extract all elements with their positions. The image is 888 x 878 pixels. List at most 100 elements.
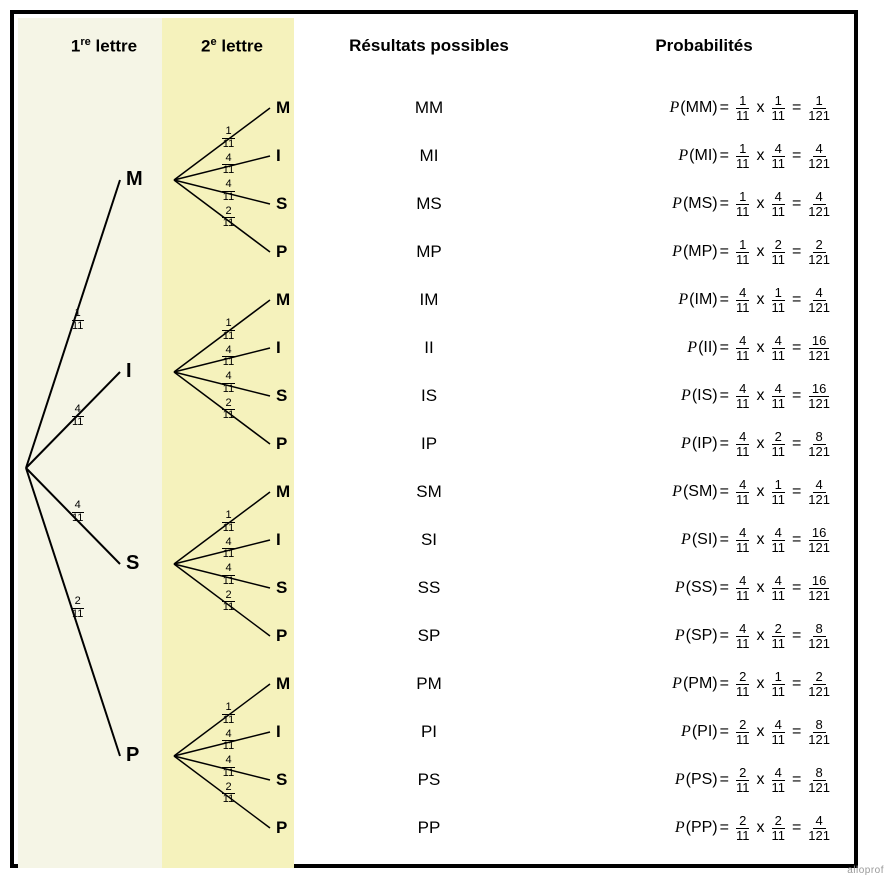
result-MS: MS	[384, 194, 474, 214]
probability-SM: P(SM) = 411 x 111 = 4121	[672, 478, 836, 506]
outcome-row-SM: SM P(SM) = 411 x 111 = 4121	[14, 468, 854, 516]
fraction: 111	[733, 238, 753, 266]
fraction: 111	[768, 478, 788, 506]
result-SM: SM	[384, 482, 474, 502]
outcome-row-PM: PM P(PM) = 211 x 111 = 2121	[14, 660, 854, 708]
fraction: 16121	[805, 382, 833, 410]
fraction: 411	[733, 478, 753, 506]
fraction: 411	[733, 430, 753, 458]
fraction: 211	[733, 718, 753, 746]
probability-PS: P(PS) = 211 x 411 = 8121	[675, 766, 836, 794]
probability-II: P(II) = 411 x 411 = 16121	[687, 334, 836, 362]
probability-MI: P(MI) = 111 x 411 = 4121	[678, 142, 836, 170]
result-PP: PP	[384, 818, 474, 838]
fraction: 411	[768, 190, 788, 218]
fraction: 211	[768, 238, 788, 266]
outcome-row-II: II P(II) = 411 x 411 = 16121	[14, 324, 854, 372]
outcome-row-MI: MI P(MI) = 111 x 411 = 4121	[14, 132, 854, 180]
probability-MS: P(MS) = 111 x 411 = 4121	[672, 190, 836, 218]
fraction: 16121	[805, 574, 833, 602]
outcome-row-IS: IS P(IS) = 411 x 411 = 16121	[14, 372, 854, 420]
probability-IM: P(IM) = 411 x 111 = 4121	[678, 286, 836, 314]
fraction: 111	[733, 142, 753, 170]
probability-PI: P(PI) = 211 x 411 = 8121	[681, 718, 836, 746]
fraction: 111	[768, 670, 788, 698]
fraction: 411	[768, 142, 788, 170]
fraction: 1121	[805, 94, 833, 122]
outcome-row-MS: MS P(MS) = 111 x 411 = 4121	[14, 180, 854, 228]
fraction: 411	[733, 286, 753, 314]
fraction: 4121	[805, 814, 833, 842]
outcome-row-SS: SS P(SS) = 411 x 411 = 16121	[14, 564, 854, 612]
probability-MM: P(MM) = 111 x 111 = 1121	[670, 94, 836, 122]
outcome-row-IP: IP P(IP) = 411 x 211 = 8121	[14, 420, 854, 468]
fraction: 411	[768, 718, 788, 746]
result-MI: MI	[384, 146, 474, 166]
result-PI: PI	[384, 722, 474, 742]
probability-IP: P(IP) = 411 x 211 = 8121	[681, 430, 836, 458]
fraction: 211	[733, 766, 753, 794]
fraction: 8121	[805, 766, 833, 794]
outcome-row-PI: PI P(PI) = 211 x 411 = 8121	[14, 708, 854, 756]
result-SS: SS	[384, 578, 474, 598]
fraction: 211	[768, 430, 788, 458]
credit-text: alloprof	[847, 865, 884, 876]
result-PS: PS	[384, 770, 474, 790]
result-SI: SI	[384, 530, 474, 550]
outcome-row-SI: SI P(SI) = 411 x 411 = 16121	[14, 516, 854, 564]
fraction: 211	[733, 670, 753, 698]
fraction: 111	[768, 286, 788, 314]
outcome-row-SP: SP P(SP) = 411 x 211 = 8121	[14, 612, 854, 660]
fraction: 211	[768, 814, 788, 842]
result-II: II	[384, 338, 474, 358]
fraction: 411	[768, 766, 788, 794]
fraction: 8121	[805, 718, 833, 746]
fraction: 111	[733, 94, 753, 122]
probability-IS: P(IS) = 411 x 411 = 16121	[681, 382, 836, 410]
fraction: 8121	[805, 622, 833, 650]
result-MM: MM	[384, 98, 474, 118]
fraction: 411	[768, 334, 788, 362]
fraction: 411	[733, 622, 753, 650]
fraction: 411	[733, 526, 753, 554]
result-SP: SP	[384, 626, 474, 646]
outcome-row-MP: MP P(MP) = 111 x 211 = 2121	[14, 228, 854, 276]
fraction: 16121	[805, 526, 833, 554]
result-IP: IP	[384, 434, 474, 454]
fraction: 4121	[805, 142, 833, 170]
probability-PP: P(PP) = 211 x 211 = 4121	[675, 814, 836, 842]
diagram-frame: 1re lettre 2e lettre Résultats possibles…	[0, 0, 888, 878]
fraction: 411	[733, 574, 753, 602]
probability-MP: P(MP) = 111 x 211 = 2121	[672, 238, 836, 266]
fraction: 4121	[805, 478, 833, 506]
outcome-row-IM: IM P(IM) = 411 x 111 = 4121	[14, 276, 854, 324]
result-PM: PM	[384, 674, 474, 694]
fraction: 2121	[805, 670, 833, 698]
fraction: 411	[733, 382, 753, 410]
result-MP: MP	[384, 242, 474, 262]
probability-SP: P(SP) = 411 x 211 = 8121	[675, 622, 836, 650]
fraction: 16121	[805, 334, 833, 362]
fraction: 111	[733, 190, 753, 218]
outcome-row-PP: PP P(PP) = 211 x 211 = 4121	[14, 804, 854, 852]
fraction: 4121	[805, 286, 833, 314]
fraction: 2121	[805, 238, 833, 266]
fraction: 411	[733, 334, 753, 362]
header-col3: Résultats possibles	[334, 36, 524, 56]
result-IM: IM	[384, 290, 474, 310]
fraction: 4121	[805, 190, 833, 218]
fraction: 111	[768, 94, 788, 122]
result-IS: IS	[384, 386, 474, 406]
outcome-row-PS: PS P(PS) = 211 x 411 = 8121	[14, 756, 854, 804]
probability-SI: P(SI) = 411 x 411 = 16121	[681, 526, 836, 554]
fraction: 211	[733, 814, 753, 842]
outcome-row-MM: MM P(MM) = 111 x 111 = 1121	[14, 84, 854, 132]
probability-PM: P(PM) = 211 x 111 = 2121	[672, 670, 836, 698]
probability-SS: P(SS) = 411 x 411 = 16121	[675, 574, 836, 602]
fraction: 211	[768, 622, 788, 650]
fraction: 411	[768, 574, 788, 602]
fraction: 8121	[805, 430, 833, 458]
header-col4: Probabilités	[574, 36, 834, 56]
diagram-border: 1re lettre 2e lettre Résultats possibles…	[10, 10, 858, 868]
fraction: 411	[768, 382, 788, 410]
